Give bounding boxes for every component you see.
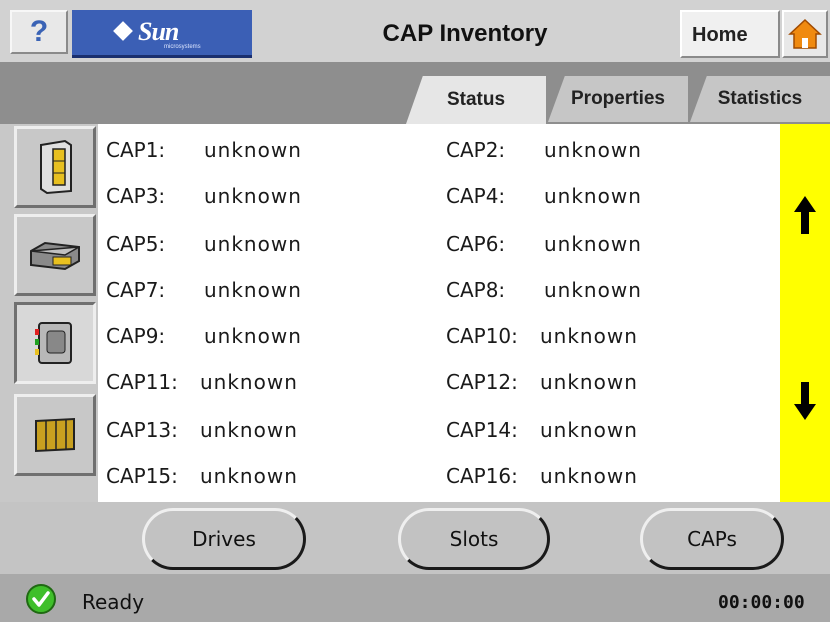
brand-name: Sun xyxy=(138,17,179,46)
cap-icon xyxy=(35,322,72,364)
cap-entry: CAP15: unknown xyxy=(106,464,346,492)
cap-label: CAP10: xyxy=(446,324,518,348)
drive-icon xyxy=(30,241,80,271)
cap-value: unknown xyxy=(540,324,638,348)
cap-value: unknown xyxy=(200,370,298,394)
cap-entry: CAP8: unknown xyxy=(446,278,686,306)
cap-entry: CAP9: unknown xyxy=(106,324,346,352)
help-button[interactable]: ? xyxy=(10,10,68,54)
sun-logo: Sun microsystems xyxy=(72,10,252,58)
rail-caps-button[interactable] xyxy=(14,302,96,384)
cap-label: CAP13: xyxy=(106,418,178,442)
cap-label: CAP16: xyxy=(446,464,518,488)
cap-value: unknown xyxy=(200,418,298,442)
cap-value: unknown xyxy=(540,418,638,442)
home-icon-button[interactable] xyxy=(782,10,828,58)
arrow-up-icon xyxy=(794,196,816,234)
cap-value: unknown xyxy=(540,370,638,394)
tab-properties[interactable]: Properties xyxy=(548,76,688,122)
cap-label: CAP1: xyxy=(106,138,166,162)
slots-button[interactable]: Slots xyxy=(398,508,550,570)
cap-value: unknown xyxy=(204,232,302,256)
cap-entry: CAP12: unknown xyxy=(446,370,686,398)
caps-button[interactable]: CAPs xyxy=(640,508,784,570)
cap-value: unknown xyxy=(200,464,298,488)
cap-label: CAP4: xyxy=(446,184,506,208)
cap-entry: CAP7: unknown xyxy=(106,278,346,306)
cap-label: CAP15: xyxy=(106,464,178,488)
cap-label: CAP12: xyxy=(446,370,518,394)
clock: 00:00:00 xyxy=(718,592,805,613)
cap-label: CAP8: xyxy=(446,278,506,302)
cap-entry: CAP2: unknown xyxy=(446,138,686,166)
cap-value: unknown xyxy=(544,138,642,162)
cap-entry: CAP4: unknown xyxy=(446,184,686,212)
cap-label: CAP11: xyxy=(106,370,178,394)
cap-entry: CAP6: unknown xyxy=(446,232,686,260)
cap-entry: CAP1: unknown xyxy=(106,138,346,166)
rail-library-button[interactable] xyxy=(14,126,96,208)
tab-status[interactable]: Status xyxy=(406,76,546,124)
cap-label: CAP14: xyxy=(446,418,518,442)
cap-value: unknown xyxy=(204,278,302,302)
scroll-up-button[interactable] xyxy=(780,194,830,236)
cap-label: CAP5: xyxy=(106,232,166,256)
cap-label: CAP3: xyxy=(106,184,166,208)
cap-value: unknown xyxy=(204,184,302,208)
brand-subtitle: microsystems xyxy=(164,44,201,50)
cap-entry: CAP14: unknown xyxy=(446,418,686,446)
cap-label: CAP7: xyxy=(106,278,166,302)
rail-cartridges-button[interactable] xyxy=(14,394,96,476)
check-icon xyxy=(26,584,56,614)
cap-value: unknown xyxy=(204,138,302,162)
scroll-column xyxy=(780,124,830,502)
rail-drives-button[interactable] xyxy=(14,214,96,296)
cap-value: unknown xyxy=(540,464,638,488)
cap-entry: CAP16: unknown xyxy=(446,464,686,492)
drives-button[interactable]: Drives xyxy=(142,508,306,570)
help-label: ? xyxy=(29,15,49,48)
library-icon xyxy=(40,139,72,195)
cap-entry: CAP11: unknown xyxy=(106,370,346,398)
cap-label: CAP2: xyxy=(446,138,506,162)
scroll-down-button[interactable] xyxy=(780,380,830,422)
arrow-down-icon xyxy=(794,382,816,420)
cap-value: unknown xyxy=(544,232,642,256)
cap-entry: CAP3: unknown xyxy=(106,184,346,212)
cartridge-icon xyxy=(35,417,75,453)
cap-entry: CAP13: unknown xyxy=(106,418,346,446)
cap-value: unknown xyxy=(544,278,642,302)
sun-diamond-icon xyxy=(113,21,133,41)
page-title: CAP Inventory xyxy=(382,20,548,47)
cap-label: CAP9: xyxy=(106,324,166,348)
cap-value: unknown xyxy=(204,324,302,348)
tab-statistics[interactable]: Statistics xyxy=(690,76,830,122)
home-icon xyxy=(788,18,822,49)
cap-entry: CAP5: unknown xyxy=(106,232,346,260)
cap-value: unknown xyxy=(544,184,642,208)
status-text: Ready xyxy=(82,590,145,614)
cap-label: CAP6: xyxy=(446,232,506,256)
home-button[interactable]: Home xyxy=(680,10,780,58)
cap-entry: CAP10: unknown xyxy=(446,324,686,352)
